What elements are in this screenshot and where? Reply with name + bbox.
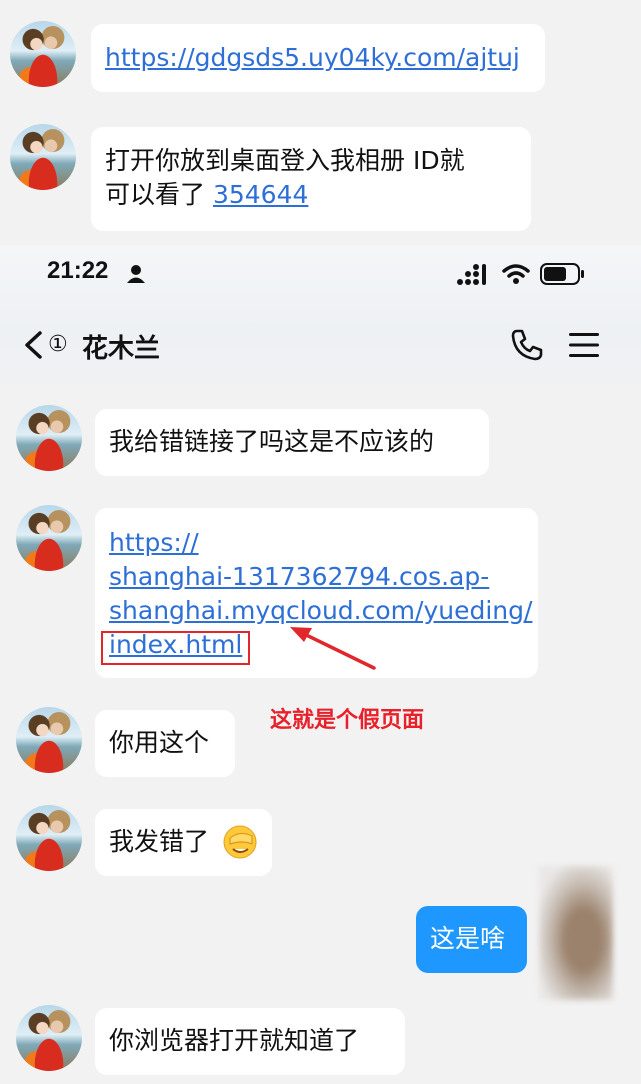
contact-avatar[interactable]: [16, 805, 82, 871]
contact-avatar[interactable]: [10, 21, 76, 87]
message-text: 你浏览器打开就知道了: [109, 1026, 360, 1055]
unread-badge: ①: [48, 332, 68, 357]
wifi-icon: [502, 264, 530, 284]
battery-icon: [540, 263, 584, 285]
contact-avatar[interactable]: [16, 1005, 82, 1071]
message-link-line[interactable]: https://: [109, 526, 538, 560]
facepalm-emoji-icon: [223, 825, 257, 859]
contact-avatar[interactable]: [16, 505, 82, 571]
annotation-arrow: [290, 627, 376, 670]
message-bubble: 我给错链接了吗这是不应该的: [95, 409, 489, 476]
contact-avatar[interactable]: [10, 124, 76, 190]
message-text: 你用这个: [109, 728, 210, 757]
message-link[interactable]: https://gdgsds5.uy04ky.com/ajtuj: [105, 43, 520, 72]
person-icon: [127, 265, 145, 283]
menu-icon[interactable]: [568, 332, 600, 358]
message-bubble: 你用这个: [95, 710, 235, 777]
message-bubble-link: https://gdgsds5.uy04ky.com/ajtuj: [91, 24, 545, 92]
message-text: 我发错了: [109, 827, 210, 856]
message-text: 可以看了: [105, 180, 213, 209]
message-link-line[interactable]: shanghai-1317362794.cos.ap-: [109, 560, 538, 594]
message-text: 打开你放到桌面登入我相册 ID就: [105, 146, 465, 175]
message-text: 这是啥: [430, 924, 506, 953]
message-text: 我给错链接了吗这是不应该的: [109, 427, 435, 456]
back-chevron-icon[interactable]: [22, 330, 44, 360]
user-avatar[interactable]: [539, 866, 613, 1000]
album-id-link[interactable]: 354644: [213, 180, 308, 209]
annotation-text: 这就是个假页面: [270, 708, 425, 733]
phone-icon[interactable]: [510, 328, 544, 362]
contact-avatar[interactable]: [16, 405, 82, 471]
outgoing-message-bubble: 这是啥: [416, 906, 527, 973]
message-bubble: 打开你放到桌面登入我相册 ID就 可以看了 354644: [91, 127, 531, 231]
contact-name: 花木兰: [82, 334, 161, 364]
contact-avatar[interactable]: [16, 707, 82, 773]
highlight-box: [101, 631, 250, 665]
signal-icon: [457, 264, 486, 285]
status-time: 21:22: [47, 257, 109, 284]
message-bubble: 你浏览器打开就知道了: [95, 1008, 405, 1075]
